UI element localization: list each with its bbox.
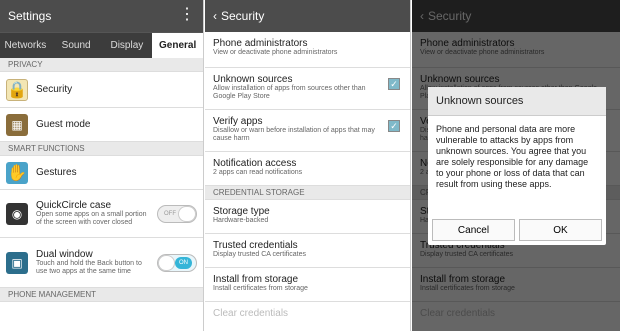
item-sub: Hardware-backed xyxy=(213,217,269,224)
verify-apps-checkbox[interactable]: ✓ xyxy=(388,120,400,132)
item-sub: View or deactivate phone administrators xyxy=(213,49,338,56)
row-dual-sub: Touch and hold the Back button to use tw… xyxy=(36,260,142,275)
item-trusted-credentials[interactable]: Trusted credentials Display trusted CA c… xyxy=(205,234,410,268)
section-credential-storage: CREDENTIAL STORAGE xyxy=(205,186,410,200)
lock-icon: 🔒 xyxy=(6,78,28,101)
row-security[interactable]: 🔒 Security xyxy=(0,72,203,108)
item-sub: Allow installation of apps from sources … xyxy=(213,85,366,100)
security-title: Security xyxy=(221,9,265,23)
section-privacy: PRIVACY xyxy=(0,58,203,72)
item-storage-type[interactable]: Storage type Hardware-backed xyxy=(205,200,410,234)
item-title: Verify apps xyxy=(213,116,263,127)
item-title: Phone administrators xyxy=(213,38,308,49)
unknown-sources-checkbox[interactable]: ✓ xyxy=(388,78,400,90)
item-title: Unknown sources xyxy=(213,74,293,85)
tab-networks[interactable]: Networks xyxy=(0,33,51,58)
tab-sound[interactable]: Sound xyxy=(51,33,102,58)
item-sub: Install certificates from storage xyxy=(213,285,308,292)
ok-button[interactable]: OK xyxy=(519,219,602,241)
item-title: Notification access xyxy=(213,158,297,169)
item-clear-credentials[interactable]: Clear credentials xyxy=(205,302,410,331)
row-quickcircle[interactable]: ◉ QuickCircle case Open some apps on a s… xyxy=(0,190,203,238)
settings-tabs: Networks Sound Display General xyxy=(0,32,203,58)
row-dual-window[interactable]: ▣ Dual window Touch and hold the Back bu… xyxy=(0,238,203,288)
dual-window-toggle[interactable]: ON xyxy=(157,254,197,272)
item-unknown-sources[interactable]: Unknown sources Allow installation of ap… xyxy=(205,68,410,110)
unknown-sources-dialog: Unknown sources Phone and personal data … xyxy=(428,87,606,245)
row-guest-mode[interactable]: ▦ Guest mode xyxy=(0,108,203,142)
quickcircle-icon: ◉ xyxy=(6,202,28,225)
dialog-title: Unknown sources xyxy=(428,87,606,116)
toggle-off-label: OFF xyxy=(164,211,176,217)
row-quickcircle-sub: Open some apps on a small portion of the… xyxy=(36,211,147,226)
more-vert-icon[interactable]: ⋮ xyxy=(179,7,195,23)
item-sub: 2 apps can read notifications xyxy=(213,169,303,176)
item-title: Install from storage xyxy=(213,274,299,285)
security-topbar: ‹ Security xyxy=(205,0,410,32)
toggle-on-label: ON xyxy=(175,257,192,269)
row-gestures-label: Gestures xyxy=(36,167,77,178)
item-phone-admins[interactable]: Phone administrators View or deactivate … xyxy=(205,32,410,68)
toggle-knob xyxy=(178,206,196,222)
row-quickcircle-label: QuickCircle case xyxy=(36,200,112,211)
item-title: Clear credentials xyxy=(213,308,289,319)
item-sub: Display trusted CA certificates xyxy=(213,251,306,258)
guest-mode-icon: ▦ xyxy=(6,113,28,136)
item-title: Trusted credentials xyxy=(213,240,298,251)
item-install-from-storage[interactable]: Install from storage Install certificate… xyxy=(205,268,410,302)
tab-general[interactable]: General xyxy=(152,33,203,58)
dialog-buttons: Cancel OK xyxy=(432,219,602,241)
item-notification-access[interactable]: Notification access 2 apps can read noti… xyxy=(205,152,410,186)
item-sub: Disallow or warn before installation of … xyxy=(213,127,375,142)
row-dual-label: Dual window xyxy=(36,249,93,260)
toggle-knob xyxy=(158,255,175,271)
section-phone: PHONE MANAGEMENT xyxy=(0,288,203,302)
back-arrow-icon[interactable]: ‹ xyxy=(213,9,217,23)
item-title: Storage type xyxy=(213,206,270,217)
settings-topbar: Settings ⋮ xyxy=(0,0,203,32)
gestures-icon: ✋ xyxy=(6,161,28,184)
section-smart: SMART FUNCTIONS xyxy=(0,142,203,156)
row-security-label: Security xyxy=(36,84,73,95)
row-guest-label: Guest mode xyxy=(36,119,91,130)
settings-title: Settings xyxy=(8,9,52,23)
dialog-body: Phone and personal data are more vulnera… xyxy=(436,124,589,189)
item-verify-apps[interactable]: Verify apps Disallow or warn before inst… xyxy=(205,110,410,152)
row-gestures[interactable]: ✋ Gestures xyxy=(0,156,203,190)
settings-panel: Settings ⋮ Networks Sound Display Genera… xyxy=(0,0,204,331)
security-panel: ‹ Security Phone administrators View or … xyxy=(205,0,411,331)
tab-display[interactable]: Display xyxy=(102,33,153,58)
cancel-button[interactable]: Cancel xyxy=(432,219,515,241)
quickcircle-toggle[interactable]: OFF xyxy=(157,205,197,223)
dual-window-icon: ▣ xyxy=(6,251,28,274)
